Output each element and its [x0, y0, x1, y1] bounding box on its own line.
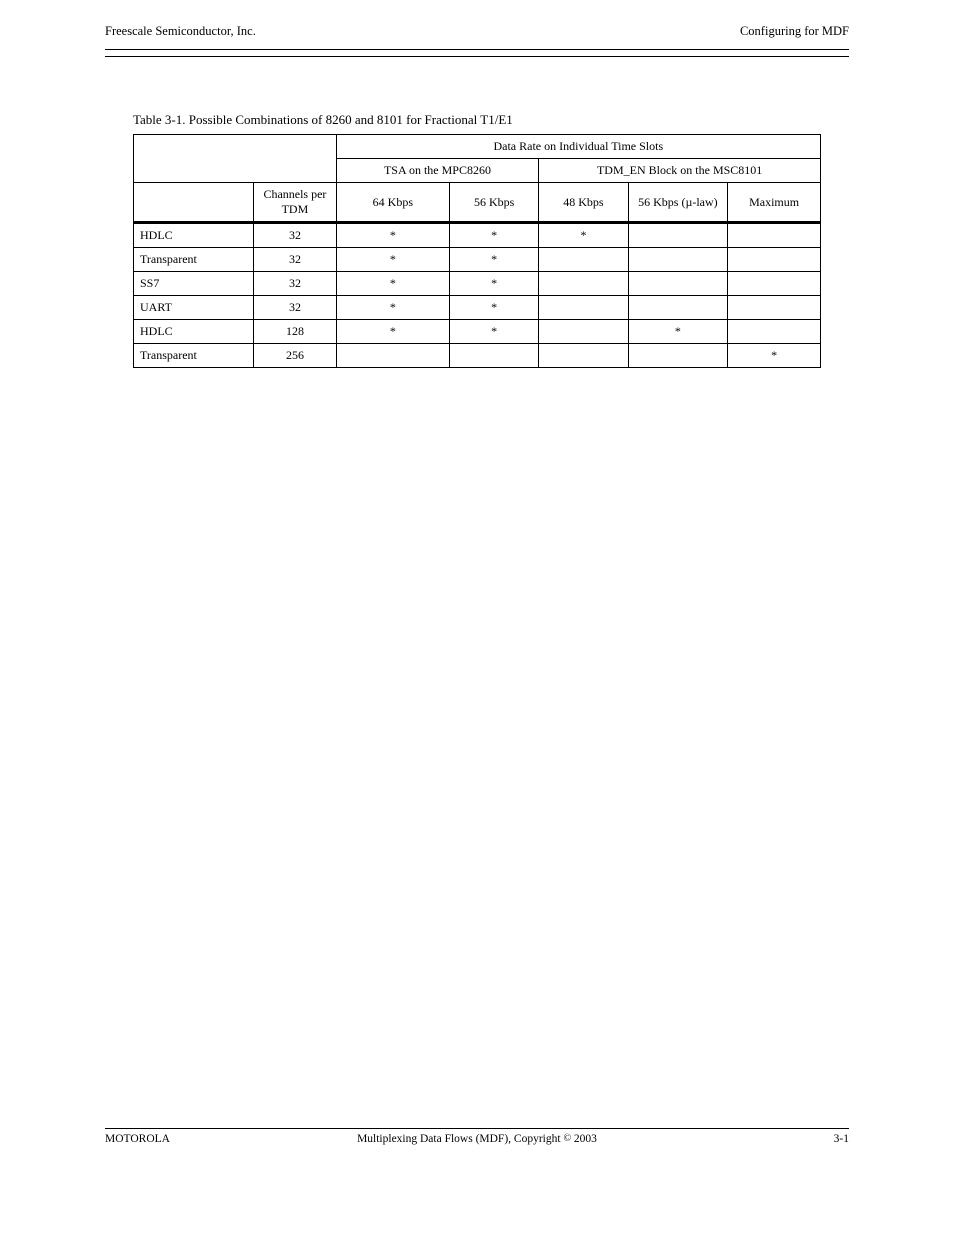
cell: [539, 344, 628, 368]
th-8260-56: 56 Kbps: [450, 183, 539, 223]
cell: 256: [254, 344, 336, 368]
cell: [336, 344, 449, 368]
cell: *: [336, 320, 449, 344]
cell: *: [628, 320, 728, 344]
th-8260-a56: 56 Kbps (µ-law): [628, 183, 728, 223]
cell: [728, 223, 821, 248]
cell: *: [336, 223, 449, 248]
cell: [450, 344, 539, 368]
th-group-8101: TDM_EN Block on the MSC8101: [539, 159, 821, 183]
cell-label: HDLC: [134, 320, 254, 344]
cell: *: [450, 223, 539, 248]
th-8101-max: Maximum: [728, 183, 821, 223]
cell: [628, 344, 728, 368]
footer-rule: [105, 1128, 849, 1129]
cell: *: [336, 296, 449, 320]
table-row: HDLC 128 * * *: [134, 320, 821, 344]
cell: *: [336, 272, 449, 296]
cell: 32: [254, 223, 336, 248]
cell: *: [450, 296, 539, 320]
cell: [539, 296, 628, 320]
cell-label: UART: [134, 296, 254, 320]
th-group-top: Data Rate on Individual Time Slots: [336, 135, 820, 159]
cell: [628, 296, 728, 320]
header-rule-thin: [105, 56, 849, 57]
cell: 32: [254, 248, 336, 272]
cell: [628, 272, 728, 296]
cell: [539, 320, 628, 344]
cell: *: [450, 320, 539, 344]
cell: 128: [254, 320, 336, 344]
cell: *: [336, 248, 449, 272]
cell: [728, 296, 821, 320]
cell: *: [539, 223, 628, 248]
footer-center: Multiplexing Data Flows (MDF), Copyright…: [105, 1133, 849, 1145]
table-row: UART 32 * *: [134, 296, 821, 320]
cell: [539, 248, 628, 272]
cell: *: [450, 248, 539, 272]
table-row: HDLC 32 * * *: [134, 223, 821, 248]
th-8101-48: 48 Kbps: [539, 183, 628, 223]
th-protocol: [134, 183, 254, 223]
th-blank: [134, 135, 337, 183]
table-row: Transparent 256 *: [134, 344, 821, 368]
cell: [539, 272, 628, 296]
cell-label: SS7: [134, 272, 254, 296]
cell: 32: [254, 296, 336, 320]
table-row: Transparent 32 * *: [134, 248, 821, 272]
cell: 32: [254, 272, 336, 296]
cell: *: [728, 344, 821, 368]
header-section: Configuring for MDF: [740, 24, 849, 39]
th-channels: Channels per TDM: [254, 183, 336, 223]
cell: [628, 248, 728, 272]
header-rule-thick: [105, 49, 849, 50]
copyright-icon: ©: [563, 1133, 571, 1144]
cell: *: [450, 272, 539, 296]
cell: [728, 320, 821, 344]
cell: [628, 223, 728, 248]
table-caption: Table 3-1. Possible Combinations of 8260…: [105, 112, 849, 128]
cell-label: Transparent: [134, 344, 254, 368]
table-row: SS7 32 * *: [134, 272, 821, 296]
cell: [728, 248, 821, 272]
page-footer: MOTOROLA Multiplexing Data Flows (MDF), …: [105, 1128, 849, 1145]
cell-label: HDLC: [134, 223, 254, 248]
th-8260-64: 64 Kbps: [336, 183, 449, 223]
cell-label: Transparent: [134, 248, 254, 272]
mdf-table: Data Rate on Individual Time Slots TSA o…: [133, 134, 821, 368]
cell: [728, 272, 821, 296]
th-group-8260: TSA on the MPC8260: [336, 159, 539, 183]
header-company: Freescale Semiconductor, Inc.: [105, 24, 256, 39]
